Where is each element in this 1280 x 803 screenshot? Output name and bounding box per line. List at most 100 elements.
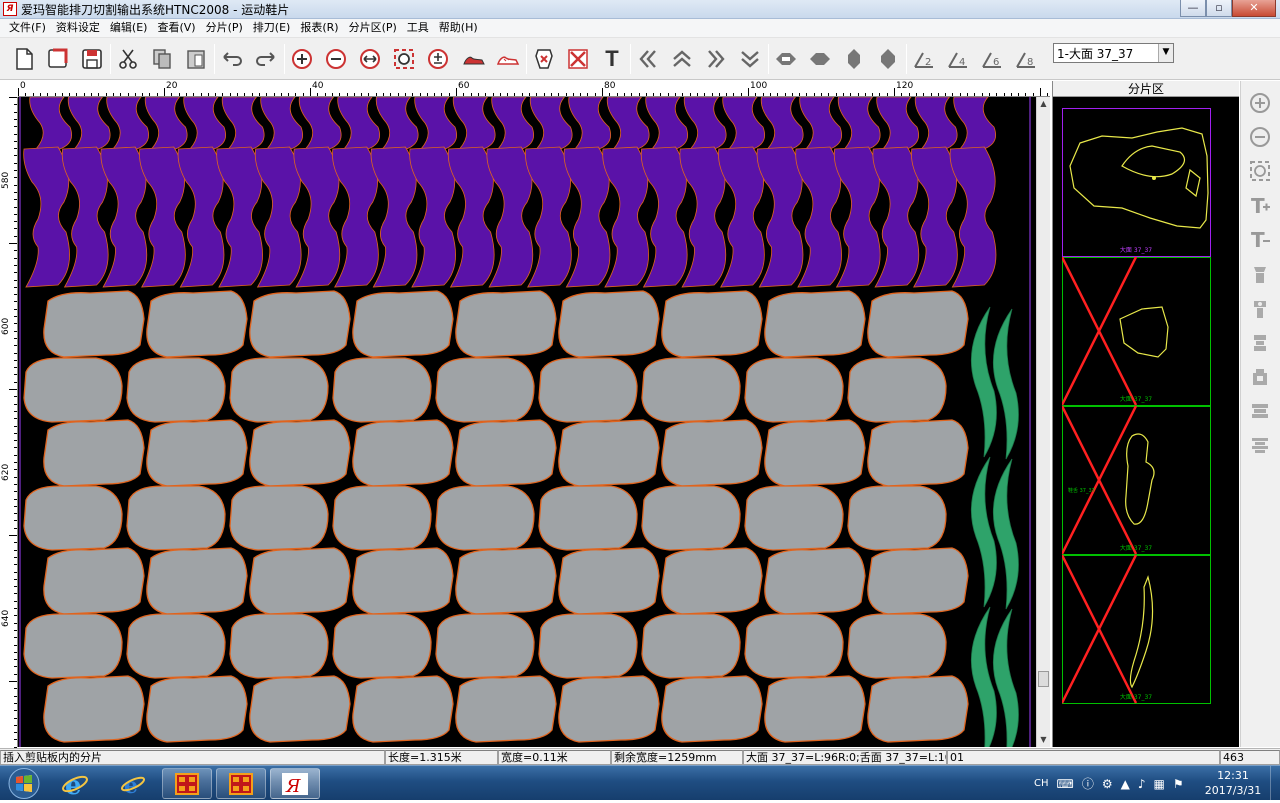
menu-edit[interactable]: 编辑(E)	[105, 19, 153, 37]
zoom-out-icon[interactable]	[322, 45, 350, 73]
canvas-scrollbar[interactable]: ▲ ▼	[1036, 97, 1050, 747]
piece-card[interactable]: 大面 37_37	[1060, 256, 1211, 406]
move-left-icon[interactable]	[634, 45, 662, 73]
piece-tool-2-icon[interactable]	[1246, 295, 1274, 323]
gray-piece	[764, 419, 866, 487]
clock-time: 12:31	[1217, 769, 1249, 782]
settings-icon[interactable]: ⚙	[1102, 777, 1113, 791]
move-down-icon[interactable]	[736, 45, 764, 73]
move-right-icon[interactable]	[702, 45, 730, 73]
nesting-canvas[interactable]	[18, 97, 1036, 747]
text-tool-icon[interactable]: T	[598, 45, 626, 73]
remove-piece-icon[interactable]	[530, 45, 558, 73]
menu-report[interactable]: 报表(R)	[295, 19, 343, 37]
redo-icon[interactable]	[252, 45, 280, 73]
text-smaller-icon[interactable]: T	[1246, 225, 1274, 253]
undo-icon[interactable]	[218, 45, 246, 73]
zoom-toggle-icon[interactable]	[424, 45, 452, 73]
purple-piece	[833, 146, 881, 288]
language-indicator[interactable]: CH	[1034, 778, 1049, 789]
cut-icon[interactable]	[114, 45, 142, 73]
rotate-shape-3-icon[interactable]	[840, 45, 868, 73]
shoe-left-icon[interactable]	[460, 45, 488, 73]
network-icon[interactable]: ▦	[1154, 777, 1165, 791]
show-desktop-button[interactable]	[1270, 766, 1280, 801]
menu-view[interactable]: 查看(V)	[152, 19, 200, 37]
zoom-in-icon[interactable]	[288, 45, 316, 73]
purple-piece	[370, 146, 418, 288]
gray-piece	[332, 613, 432, 679]
gray-piece	[229, 357, 329, 423]
svg-text:e: e	[65, 771, 82, 799]
zoom-in-icon[interactable]	[1246, 89, 1274, 117]
ie-2-icon[interactable]: e	[108, 768, 158, 799]
scroll-down-icon[interactable]: ▼	[1037, 733, 1050, 747]
angle-6-icon[interactable]: 6	[978, 45, 1006, 73]
tray-expand-icon[interactable]: ▲	[1121, 777, 1130, 791]
menu-pieces[interactable]: 分片(P)	[201, 19, 248, 37]
minimize-button[interactable]: —	[1180, 0, 1206, 17]
menu-tools[interactable]: 工具	[402, 19, 434, 37]
move-up-icon[interactable]	[668, 45, 696, 73]
menu-file[interactable]: 文件(F)	[4, 19, 51, 37]
scroll-up-icon[interactable]: ▲	[1037, 97, 1050, 111]
open-file-icon[interactable]	[44, 45, 72, 73]
piece-card[interactable]: 鞋舌 37_37 大面 37_37	[1060, 405, 1211, 555]
piece-tool-1-icon[interactable]	[1246, 261, 1274, 289]
fit-width-icon[interactable]	[356, 45, 384, 73]
ie-icon[interactable]: e	[50, 768, 100, 799]
rotate-shape-1-icon[interactable]	[772, 45, 800, 73]
keyboard-icon[interactable]: ⌨	[1057, 777, 1074, 791]
piece-tool-3-icon[interactable]	[1246, 329, 1274, 357]
angle-8-icon[interactable]: 8	[1012, 45, 1040, 73]
shoe-right-icon[interactable]	[494, 45, 522, 73]
purple-piece	[293, 146, 341, 288]
piece-tool-6-icon[interactable]	[1246, 431, 1274, 459]
scroll-thumb[interactable]	[1038, 671, 1049, 687]
clock[interactable]: 12:31 2017/3/31	[1198, 768, 1268, 798]
copy-icon[interactable]	[148, 45, 176, 73]
menu-data-settings[interactable]: 资料设定	[51, 19, 105, 37]
svg-text:Я: Я	[285, 776, 301, 797]
close-button[interactable]: ✕	[1232, 0, 1276, 17]
start-button[interactable]	[2, 767, 46, 800]
green-piece	[970, 456, 997, 608]
zoom-out-icon[interactable]	[1246, 123, 1274, 151]
ruler-label: 120	[896, 81, 914, 91]
side-toolbar: T T	[1240, 81, 1280, 747]
gray-piece	[455, 290, 557, 358]
app-task-2-icon[interactable]	[216, 768, 266, 799]
clear-all-icon[interactable]	[564, 45, 592, 73]
chevron-down-icon[interactable]: ▼	[1158, 44, 1173, 62]
new-file-icon[interactable]	[10, 45, 38, 73]
piece-tool-5-icon[interactable]	[1246, 397, 1274, 425]
piece-tool-4-icon[interactable]	[1246, 363, 1274, 391]
purple-piece	[29, 97, 73, 150]
size-selector[interactable]: 1-大面 37_37 ▼	[1053, 43, 1174, 63]
zoom-window-icon[interactable]	[1246, 157, 1274, 185]
flag-icon[interactable]: ⚑	[1173, 777, 1184, 791]
maximize-button[interactable]: ▫	[1206, 0, 1232, 17]
svg-text:T: T	[1251, 194, 1265, 217]
gray-piece	[352, 547, 454, 615]
status-bar: 插入剪贴板内的分片 长度=1.315米 宽度=0.11米 剩余宽度=1259mm…	[0, 748, 1280, 765]
angle-4-icon[interactable]: 4	[944, 45, 972, 73]
gray-piece	[764, 675, 866, 743]
piece-card[interactable]: 大面 37_37	[1060, 554, 1211, 704]
rotate-shape-2-icon[interactable]	[806, 45, 834, 73]
volume-icon[interactable]: ♪	[1138, 777, 1146, 791]
text-larger-icon[interactable]: T	[1246, 191, 1274, 219]
rotate-shape-4-icon[interactable]	[874, 45, 902, 73]
zoom-window-icon[interactable]	[390, 45, 418, 73]
menu-help[interactable]: 帮助(H)	[434, 19, 483, 37]
angle-2-icon[interactable]: 2	[910, 45, 938, 73]
gray-piece	[661, 547, 763, 615]
paste-icon[interactable]	[182, 45, 210, 73]
menu-piece-area[interactable]: 分片区(P)	[344, 19, 402, 37]
app-task-1-icon[interactable]	[162, 768, 212, 799]
app-task-active-icon[interactable]: Я	[270, 768, 320, 799]
save-icon[interactable]	[78, 45, 106, 73]
help-icon[interactable]: ⓘ	[1082, 775, 1094, 792]
menu-nesting[interactable]: 排刀(E)	[248, 19, 296, 37]
piece-card[interactable]: 大面 37_37	[1062, 108, 1211, 257]
